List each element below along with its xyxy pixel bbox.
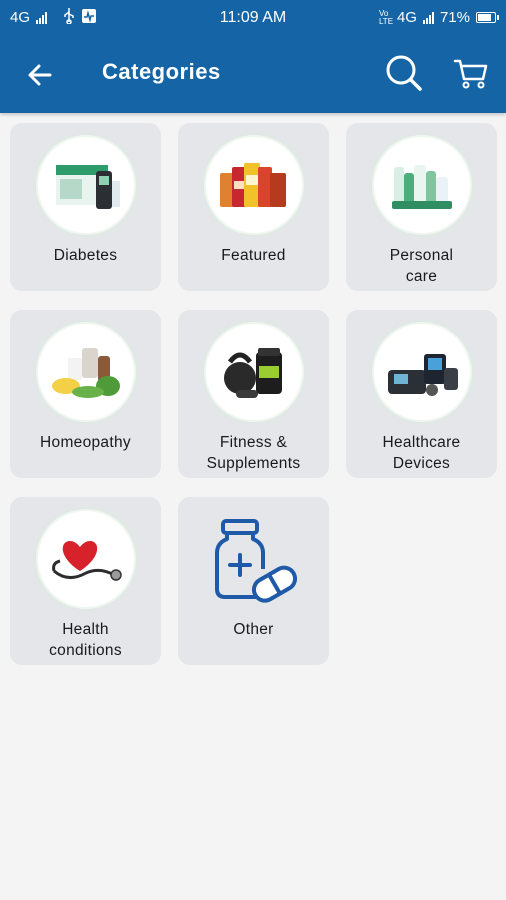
category-card-personal-care[interactable]: Personal care: [346, 123, 497, 291]
signal-icon: [422, 11, 434, 24]
search-icon: [386, 55, 422, 91]
page-title: Categories: [102, 59, 221, 84]
back-button[interactable]: [22, 57, 58, 93]
usb-icon: [63, 7, 75, 28]
category-card-health-conditions[interactable]: Health conditions: [10, 497, 161, 665]
kettlebell-and-supplement-image: [206, 324, 302, 420]
heart-stethoscope-image: [38, 511, 134, 607]
category-card-homeopathy[interactable]: Homeopathy: [10, 310, 161, 478]
category-card-fitness-supplements[interactable]: Fitness & Supplements: [178, 310, 329, 478]
category-label: Featured: [221, 247, 286, 264]
cart-icon: [453, 59, 488, 89]
category-card-healthcare-devices[interactable]: Healthcare Devices: [346, 310, 497, 478]
cart-button[interactable]: [452, 55, 490, 93]
status-bar: 4G 11:09 AM Vo LTE 4G 71%: [0, 0, 506, 35]
medical-devices-image: [374, 324, 470, 420]
category-card-featured[interactable]: Featured: [178, 123, 329, 291]
category-card-diabetes[interactable]: Diabetes: [10, 123, 161, 291]
personal-care-products-image: [374, 137, 470, 233]
network-type-left: 4G: [10, 9, 31, 26]
category-label: Personal care: [389, 247, 454, 285]
status-left: 4G: [10, 7, 97, 28]
status-right: Vo LTE 4G 71%: [378, 8, 499, 26]
app-bar: Categories: [0, 35, 506, 113]
glucometer-kit-image: [38, 137, 134, 233]
category-label: Healthcare Devices: [382, 434, 461, 472]
category-card-other[interactable]: Other: [178, 497, 329, 665]
search-button[interactable]: [384, 53, 424, 93]
battery-icon: [476, 12, 499, 23]
battery-percent: 71%: [439, 9, 470, 26]
category-label: Other: [233, 621, 274, 638]
volte-label: Vo LTE: [378, 8, 394, 26]
category-label: Diabetes: [53, 247, 118, 264]
signal-icon: [36, 11, 48, 24]
category-label: Health conditions: [49, 621, 122, 659]
herbs-and-bottles-image: [38, 324, 134, 420]
health-drink-jars-image: [206, 137, 302, 233]
notification-icon: [81, 8, 97, 28]
arrow-back-icon: [28, 64, 52, 86]
category-label: Homeopathy: [40, 434, 131, 451]
category-label: Fitness & Supplements: [206, 434, 301, 472]
network-type-right: 4G: [396, 9, 417, 26]
medicine-bottle-pill-icon: [215, 519, 297, 603]
